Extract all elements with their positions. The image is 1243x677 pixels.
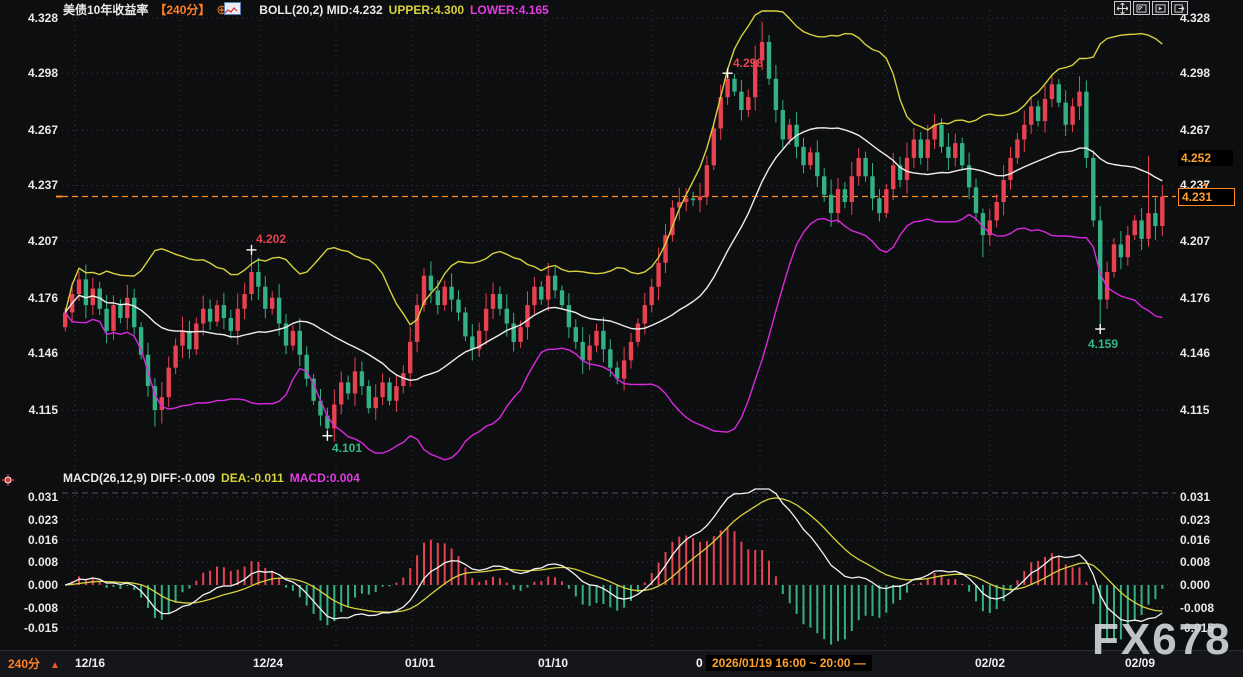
partial-date-tick: 0 [696,656,703,670]
macd-axis-label: -0.015 [0,621,58,635]
price-axis-label: 4.298 [0,66,58,80]
macd-axis-label: 0.000 [0,578,58,592]
macd-axis-label: 0.016 [1180,533,1240,547]
chart-thumbnail-icon[interactable] [224,2,241,15]
price-up-arrow-icon: ▲ [1201,179,1209,188]
price-axis-label: 4.267 [0,123,58,137]
chart-header: 美债10年收益率【240分】⊕BOLL(20,2) MID:4.232UPPER… [63,1,555,15]
macd-header: MACD(26,12,9) DIFF:-0.009 DEA:-0.011 MACD:… [63,471,366,485]
price-axis-label: 4.176 [0,291,58,305]
price-axis-label: 4.267 [1180,123,1240,137]
macd-axis-label: 0.008 [1180,555,1240,569]
period-selector[interactable]: 240分▲ [8,655,60,672]
price-axis-label: 4.207 [0,234,58,248]
fx678-watermark: FX678 [1092,615,1232,665]
macd-axis-label: 0.000 [1180,578,1240,592]
swing-high-label: 4.202 [256,232,286,246]
boll-upper-legend: UPPER:4.300 [389,3,464,17]
macd-axis-label: 0.031 [1180,490,1240,504]
alert-dot-icon[interactable] [2,473,14,485]
date-tick: 02/02 [975,656,1005,670]
time-axis-strip [0,650,1243,677]
macd-axis-label: -0.008 [0,601,58,615]
price-axis-label: 4.207 [1180,234,1240,248]
macd-legend: MACD(26,12,9) DIFF:-0.009 [63,471,215,485]
price-chart-canvas[interactable] [0,0,1243,677]
new-pane-icon[interactable] [1133,1,1150,15]
date-tick: 01/10 [538,656,568,670]
macd-axis-label: 0.016 [0,533,58,547]
boll-lower-legend: LOWER:4.165 [470,3,549,17]
chart-window: 美债10年收益率【240分】⊕BOLL(20,2) MID:4.232UPPER… [0,0,1243,677]
current-price-tag: 4.231 [1178,188,1235,206]
macd-axis-label: -0.008 [1180,601,1240,615]
chart-toolbar [1114,1,1188,15]
price-axis-label: 4.176 [1180,291,1240,305]
date-tick: 12/16 [75,656,105,670]
macd-dea-legend: DEA:-0.011 [221,471,284,485]
macd-value-legend: MACD:0.004 [290,471,360,485]
export-pane-icon[interactable] [1171,1,1188,15]
macd-axis-label: 0.031 [0,490,58,504]
session-high-tag: 4.252 [1178,150,1233,166]
boll-legend: BOLL(20,2) MID:4.232 [259,3,382,17]
swing-low-label: 4.159 [1088,337,1118,351]
price-axis-label: 4.237 [0,178,58,192]
macd-axis-label: 0.023 [1180,513,1240,527]
macd-axis-label: 0.023 [0,513,58,527]
price-axis-label: 4.146 [0,346,58,360]
price-axis-label: 4.328 [1180,11,1240,25]
date-tick: 01/01 [405,656,435,670]
price-axis-label: 4.328 [0,11,58,25]
period-badge[interactable]: 【240分】 [154,3,210,17]
macd-axis-label: 0.008 [0,555,58,569]
price-axis-label: 4.115 [0,403,58,417]
instrument-title: 美债10年收益率 [63,3,148,17]
date-tick: 12/24 [253,656,283,670]
swing-low-label: 4.101 [332,441,362,455]
price-axis-label: 4.298 [1180,66,1240,80]
swing-high-label: 4.298 [733,56,763,70]
price-axis-label: 4.115 [1180,403,1240,417]
crosshair-time-label: 2026/01/19 16:00 ~ 20:00 — [706,655,872,671]
play-pane-icon[interactable] [1152,1,1169,15]
period-up-arrow-icon: ▲ [50,660,60,671]
pan-tool-icon[interactable] [1114,1,1131,15]
price-axis-label: 4.146 [1180,346,1240,360]
